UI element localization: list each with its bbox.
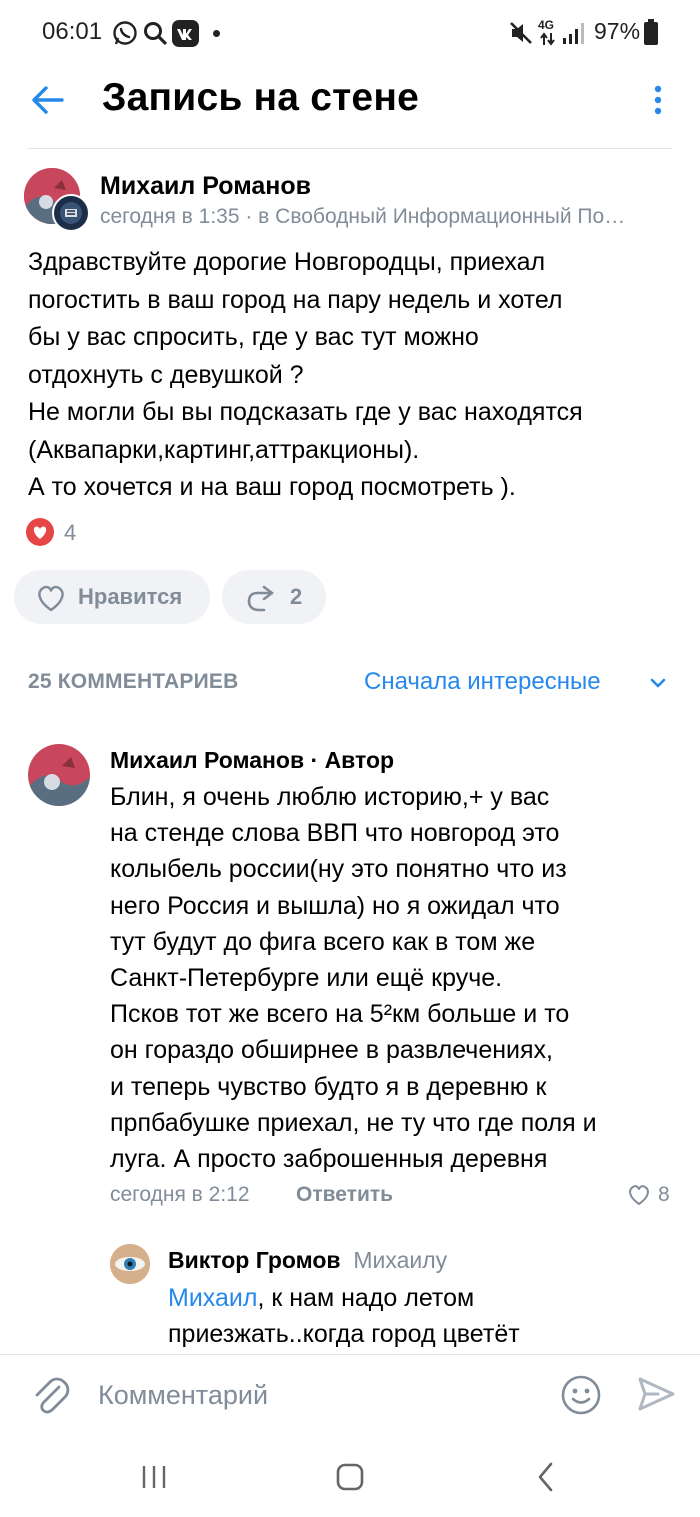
status-time: 06:01 <box>42 18 103 45</box>
recent-apps-icon[interactable] <box>140 1463 168 1491</box>
heart-outline-icon <box>38 585 64 612</box>
data-arrows-icon <box>540 32 555 46</box>
reply-to-label[interactable]: Михаилу <box>353 1247 447 1273</box>
share-button[interactable]: 2 <box>222 570 326 624</box>
community-badge-icon <box>52 194 90 232</box>
like-label: Нравится <box>78 584 183 609</box>
chevron-down-icon[interactable] <box>649 676 667 690</box>
whatsapp-icon <box>113 21 137 45</box>
reply-author-avatar[interactable] <box>110 1244 150 1284</box>
comment-placeholder: Комментарий <box>98 1380 269 1410</box>
reply-text: Михаил, к нам надо летом приезжать..когд… <box>168 1280 520 1352</box>
reply-button[interactable]: Ответить <box>296 1183 393 1207</box>
comment-like-count: 8 <box>658 1183 670 1206</box>
reply-text-line2: приезжать..когда город цветёт <box>168 1320 520 1348</box>
signal-icon <box>563 23 584 44</box>
avatar-image <box>110 1244 150 1284</box>
network-type: 4G <box>538 18 555 32</box>
header-divider <box>28 148 672 149</box>
search-icon <box>144 22 167 45</box>
reactions-count: 4 <box>64 520 77 545</box>
notification-dot <box>213 30 220 37</box>
mention-link[interactable]: Михаил <box>168 1284 257 1312</box>
back-arrow-icon[interactable] <box>30 84 66 116</box>
avatar-image <box>28 744 90 806</box>
emoji-icon[interactable] <box>560 1374 602 1416</box>
reply-text-line1: , к нам надо летом <box>257 1284 475 1312</box>
battery-percent: 97% <box>594 18 641 44</box>
send-icon[interactable] <box>636 1374 676 1414</box>
comment-author-name[interactable]: Михаил Романов <box>110 747 304 773</box>
post-author-name[interactable]: Михаил Романов <box>100 172 311 201</box>
battery-icon <box>644 19 658 45</box>
reply-author-name[interactable]: Виктор Громов <box>168 1247 341 1273</box>
like-button[interactable]: Нравится <box>14 570 210 624</box>
mute-icon <box>510 22 532 44</box>
attach-icon[interactable] <box>30 1374 70 1416</box>
post-meta[interactable]: сегодня в 1:35 · в Свободный Информацион… <box>100 205 686 229</box>
comment-time: сегодня в 2:12 <box>110 1183 250 1206</box>
more-options-icon[interactable] <box>652 84 664 116</box>
comment-text: Блин, я очень люблю историю,+ у вас на с… <box>110 783 597 1174</box>
sort-label: Сначала интересные <box>364 668 601 695</box>
comment-header: Михаил Романов · Автор <box>110 747 394 774</box>
back-nav-icon[interactable] <box>534 1461 558 1493</box>
page-title: Запись на стене <box>102 76 419 119</box>
post-text: Здравствуйте дорогие Новгородцы, приехал… <box>28 248 583 501</box>
comment-like-icon[interactable] <box>626 1183 652 1207</box>
share-icon <box>247 585 274 612</box>
comment-input[interactable]: Комментарий <box>98 1380 268 1411</box>
vk-icon <box>172 20 199 47</box>
home-icon[interactable] <box>335 1462 365 1492</box>
share-count: 2 <box>290 584 303 609</box>
heart-reaction-icon[interactable] <box>26 518 54 546</box>
author-badge: · Автор <box>304 747 395 773</box>
comments-count: 25 КОММЕНТАРИЕВ <box>28 670 239 693</box>
reply-header: Виктор Громов Михаилу <box>168 1247 447 1274</box>
comment-author-avatar[interactable] <box>28 744 90 806</box>
status-bar: 06:01 4G 97% <box>0 0 700 66</box>
